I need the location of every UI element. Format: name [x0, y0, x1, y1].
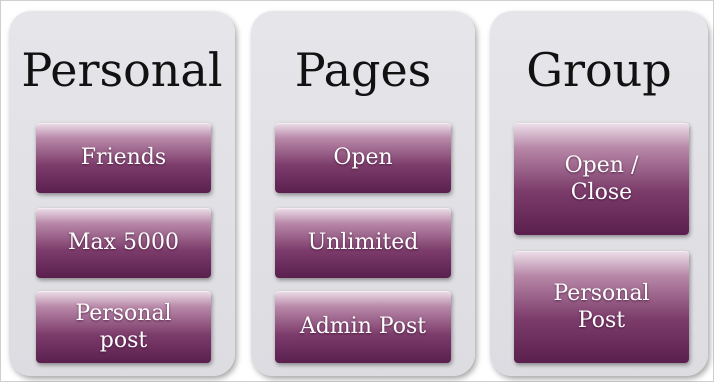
- panel-title-group: Group: [526, 43, 672, 97]
- box-label: Open: [333, 145, 393, 171]
- box-open: Open: [275, 123, 451, 193]
- panel-pages: Pages Open Unlimited Admin Post: [251, 11, 475, 376]
- box-open-close: Open / Close: [514, 123, 689, 235]
- box-label: Max 5000: [67, 230, 180, 256]
- diagram-frame: Personal Friends Max 5000 Personal post …: [0, 0, 714, 382]
- box-label: Unlimited: [307, 230, 419, 256]
- box-max-5000: Max 5000: [36, 208, 211, 278]
- box-label: Open / Close: [564, 152, 639, 206]
- box-label: Personal post: [75, 300, 172, 354]
- box-label: Friends: [80, 145, 167, 171]
- box-label: Admin Post: [299, 314, 427, 340]
- box-personal-post: Personal post: [36, 291, 211, 363]
- box-admin-post: Admin Post: [275, 291, 451, 363]
- box-unlimited: Unlimited: [275, 208, 451, 278]
- box-friends: Friends: [36, 123, 211, 193]
- panel-title-personal: Personal: [21, 43, 223, 97]
- box-label: Personal Post: [553, 280, 650, 334]
- panel-title-pages: Pages: [294, 43, 432, 97]
- box-personal-post-group: Personal Post: [514, 251, 689, 363]
- panel-group: Group Open / Close Personal Post: [490, 11, 708, 376]
- panel-personal: Personal Friends Max 5000 Personal post: [9, 11, 235, 376]
